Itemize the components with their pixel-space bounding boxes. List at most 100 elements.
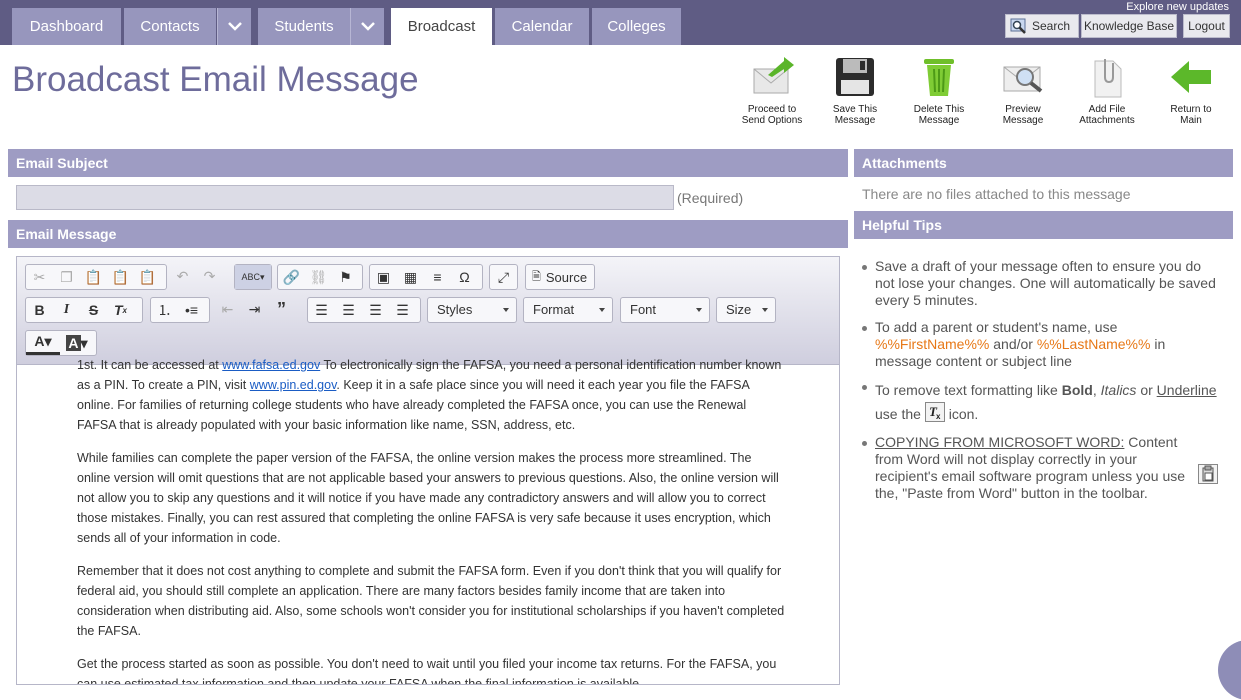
arrow-left-icon <box>1171 61 1211 93</box>
color-group: A▾ A ▾ <box>25 330 97 356</box>
tab-colleges[interactable]: Colleges <box>592 8 681 45</box>
maximize-icon[interactable]: ⤢ <box>490 265 517 289</box>
tip-item: Save a draft of your message often to en… <box>862 258 1222 309</box>
text: or <box>1136 382 1157 398</box>
knowledge-base-button[interactable]: Knowledge Base <box>1081 14 1177 38</box>
align-center-icon[interactable]: ☰ <box>335 298 362 322</box>
delete-message-button[interactable]: Delete This Message <box>897 55 981 126</box>
tips-list: Save a draft of your message often to en… <box>862 258 1222 510</box>
tab-students[interactable]: Students <box>258 8 350 45</box>
insert-group: ▣ ▦ ≡ Ω <box>369 264 483 290</box>
source-icon: 🗎 <box>532 270 541 283</box>
remove-format-icon[interactable]: Tx <box>107 298 134 322</box>
proceed-to-send-button[interactable]: Proceed to Send Options <box>730 55 814 126</box>
text: To remove text formatting like <box>875 382 1062 398</box>
strikethrough-icon[interactable]: S <box>80 298 107 322</box>
blockquote-icon[interactable]: ” <box>268 297 295 321</box>
text: , <box>1092 382 1101 398</box>
text: 1st. It can be accessed at <box>77 358 223 372</box>
spellcheck-icon[interactable]: ABC▾ <box>235 265 271 289</box>
justify-icon[interactable]: ☰ <box>389 298 416 322</box>
editor-content[interactable]: 1st. It can be accessed at www.fafsa.ed.… <box>77 358 787 685</box>
paste-from-word-icon[interactable]: 📋 <box>134 265 161 289</box>
horizontal-rule-icon[interactable]: ≡ <box>424 265 451 289</box>
table-icon[interactable]: ▦ <box>397 265 424 289</box>
attachments-header: Attachments <box>854 149 1233 177</box>
align-left-icon[interactable]: ☰ <box>308 298 335 322</box>
help-chat-bubble[interactable] <box>1218 640 1241 700</box>
list-group: ⒈ •≡ <box>150 297 210 323</box>
helpful-tips-header: Helpful Tips <box>854 211 1233 239</box>
action-label: Proceed to <box>747 104 797 115</box>
bold-icon[interactable]: B <box>26 298 53 322</box>
outdent-icon[interactable]: ⇤ <box>214 297 241 321</box>
text-color-icon[interactable]: A▾ <box>26 331 60 355</box>
logout-button[interactable]: Logout <box>1183 14 1230 38</box>
source-button[interactable]: 🗎 Source <box>525 264 595 290</box>
students-dropdown-button[interactable] <box>350 8 384 45</box>
preview-message-button[interactable]: Preview Message <box>981 55 1065 126</box>
undo-group: ↶ ↷ <box>169 264 225 290</box>
link-group: 🔗 ⛓ ⚑ <box>277 264 363 290</box>
unlink-icon[interactable]: ⛓ <box>305 265 332 289</box>
image-icon[interactable]: ▣ <box>370 265 397 289</box>
link-icon[interactable]: 🔗 <box>278 265 305 289</box>
text: icon. <box>944 406 979 422</box>
pin-link[interactable]: www.pin.ed.gov <box>250 378 337 392</box>
paragraph: While families can complete the paper ve… <box>77 451 779 545</box>
tab-contacts[interactable]: Contacts <box>124 8 216 45</box>
paperclip-icon <box>1094 59 1122 98</box>
copy-icon[interactable]: ❐ <box>53 265 80 289</box>
paste-text-icon[interactable]: 📋 <box>107 265 134 289</box>
paste-icon[interactable]: 📋 <box>80 265 107 289</box>
explore-updates-link[interactable]: Explore new updates <box>1126 1 1229 13</box>
text-style-group: B I S Tx <box>25 297 143 323</box>
text: To add a parent or student's name, use <box>875 319 1118 335</box>
fafsa-link[interactable]: www.fafsa.ed.gov <box>222 358 320 372</box>
bulleted-list-icon[interactable]: •≡ <box>178 298 205 322</box>
floppy-icon <box>836 58 874 96</box>
tab-calendar[interactable]: Calendar <box>495 8 589 45</box>
styles-dropdown[interactable]: Styles <box>427 297 517 323</box>
size-dropdown[interactable]: Size <box>716 297 776 323</box>
tip-item: To remove text formatting like Bold, Ita… <box>862 378 1222 426</box>
indent-icon[interactable]: ⇥ <box>241 297 268 321</box>
tab-dashboard[interactable]: Dashboard <box>12 8 121 45</box>
tab-broadcast[interactable]: Broadcast <box>391 8 492 45</box>
trash-icon <box>924 59 954 96</box>
action-label: Send Options <box>741 115 803 126</box>
email-subject-input[interactable] <box>16 185 674 210</box>
search-button[interactable]: Search <box>1005 14 1079 38</box>
anchor-flag-icon[interactable]: ⚑ <box>332 265 359 289</box>
numbered-list-icon[interactable]: ⒈ <box>151 298 178 322</box>
format-dropdown[interactable]: Format <box>523 297 613 323</box>
align-right-icon[interactable]: ☰ <box>362 298 389 322</box>
paragraph: Get the process started as soon as possi… <box>77 657 777 685</box>
underline-word: Underline <box>1156 382 1217 398</box>
top-nav-bar: Dashboard Contacts Students Broadcast Ca… <box>0 0 1241 45</box>
add-attachments-button[interactable]: Add File Attachments <box>1065 55 1149 126</box>
special-char-icon[interactable]: Ω <box>451 265 478 289</box>
action-label: Message <box>918 115 960 126</box>
action-label: Main <box>1180 115 1202 126</box>
source-label: Source <box>545 269 588 285</box>
font-dropdown[interactable]: Font <box>620 297 710 323</box>
action-label: Message <box>1002 115 1044 126</box>
background-color-icon[interactable]: A ▾ <box>60 331 94 355</box>
email-subject-header: Email Subject <box>8 149 848 177</box>
undo-icon[interactable]: ↶ <box>169 264 196 288</box>
email-message-header: Email Message <box>8 220 848 248</box>
redo-icon[interactable]: ↷ <box>196 264 223 288</box>
cut-icon[interactable]: ✂ <box>26 265 53 289</box>
italic-icon[interactable]: I <box>53 298 80 322</box>
return-to-main-button[interactable]: Return to Main <box>1149 55 1233 126</box>
paragraph: Remember that it does not cost anything … <box>77 564 785 638</box>
required-label: (Required) <box>677 190 744 206</box>
clipboard-group: ✂ ❐ 📋 📋 📋 <box>25 264 167 290</box>
save-message-button[interactable]: Save This Message <box>813 55 897 126</box>
contacts-dropdown-button[interactable] <box>217 8 251 45</box>
rich-text-editor[interactable]: ✂ ❐ 📋 📋 📋 ↶ ↷ ABC▾ 🔗 ⛓ ⚑ ▣ ▦ ≡ Ω ⤢ 🗎 Sou… <box>16 256 840 685</box>
search-label: Search <box>1031 19 1071 33</box>
preview-icon <box>1003 66 1043 93</box>
paragraph: 1st. It can be accessed at www.fafsa.ed.… <box>77 355 787 435</box>
